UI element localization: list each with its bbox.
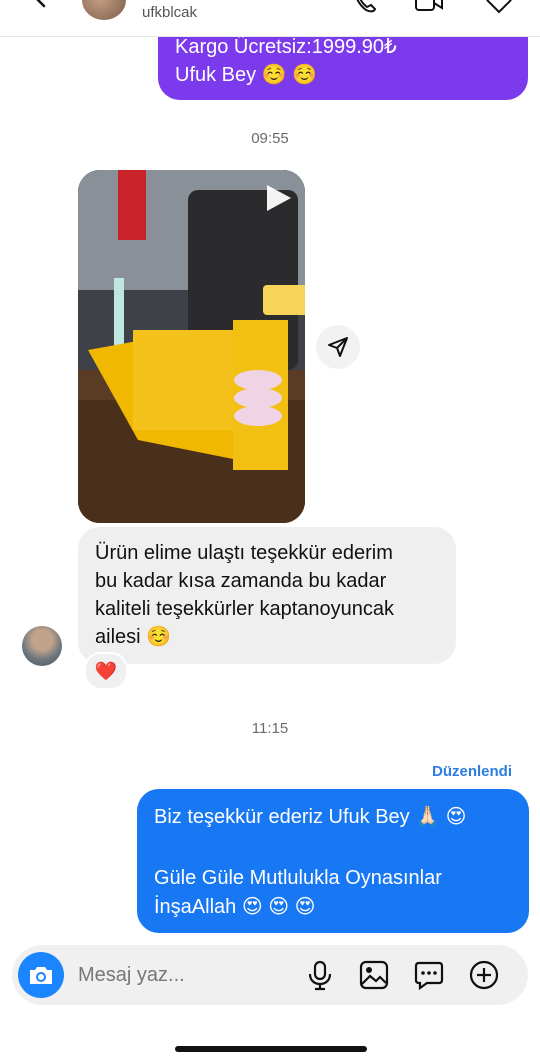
sticker-icon[interactable] xyxy=(413,959,445,991)
home-indicator xyxy=(175,1046,367,1052)
play-icon[interactable] xyxy=(262,182,294,214)
camera-icon xyxy=(30,967,52,984)
back-icon[interactable] xyxy=(30,0,52,8)
microphone-icon[interactable] xyxy=(304,959,336,991)
message-text: ailesi ☺️ xyxy=(95,626,172,648)
incoming-message-bubble[interactable]: Ürün elime ulaştı teşekkür ederim bu kad… xyxy=(78,527,456,664)
message-text: Biz teşekkür ederiz Ufuk Bey 🙏🏻 😍 xyxy=(154,806,467,828)
outgoing-message-bubble[interactable]: Biz teşekkür ederiz Ufuk Bey 🙏🏻 😍 Güle G… xyxy=(137,789,529,933)
sender-avatar[interactable] xyxy=(22,626,62,666)
heart-reaction[interactable]: ❤️ xyxy=(84,652,128,690)
message-text: Ufuk Bey ☺️ ☺️ xyxy=(175,64,318,86)
share-icon xyxy=(328,337,348,357)
heart-icon[interactable] xyxy=(484,0,514,16)
message-text: bu kadar kısa zamanda bu kadar xyxy=(95,570,387,592)
timestamp: 11:15 xyxy=(251,720,289,737)
chat-header: ufkblcak xyxy=(0,0,540,37)
timestamp: 09:55 xyxy=(251,130,289,147)
message-text: Güle Güle Mutlulukla Oynasınlar xyxy=(154,867,442,889)
phone-icon[interactable] xyxy=(350,0,380,16)
camera-button[interactable] xyxy=(18,952,64,998)
message-text: İnşaAllah 😍 😍 😍 xyxy=(154,896,316,918)
username[interactable]: ufkblcak xyxy=(142,4,197,21)
message-text: Ürün elime ulaştı teşekkür ederim xyxy=(95,542,393,564)
video-icon[interactable] xyxy=(414,0,444,16)
shared-video-thumbnail[interactable] xyxy=(78,170,305,523)
avatar[interactable] xyxy=(82,0,126,20)
message-text: kaliteli teşekkürler kaptanoyuncak xyxy=(95,598,395,620)
edited-label[interactable]: Düzenlendi xyxy=(432,763,512,780)
share-button[interactable] xyxy=(316,325,360,369)
message-composer xyxy=(12,945,528,1005)
reaction-emoji: ❤️ xyxy=(94,660,118,681)
message-input[interactable] xyxy=(78,961,278,989)
plus-icon[interactable] xyxy=(468,959,500,991)
gallery-icon[interactable] xyxy=(358,959,390,991)
